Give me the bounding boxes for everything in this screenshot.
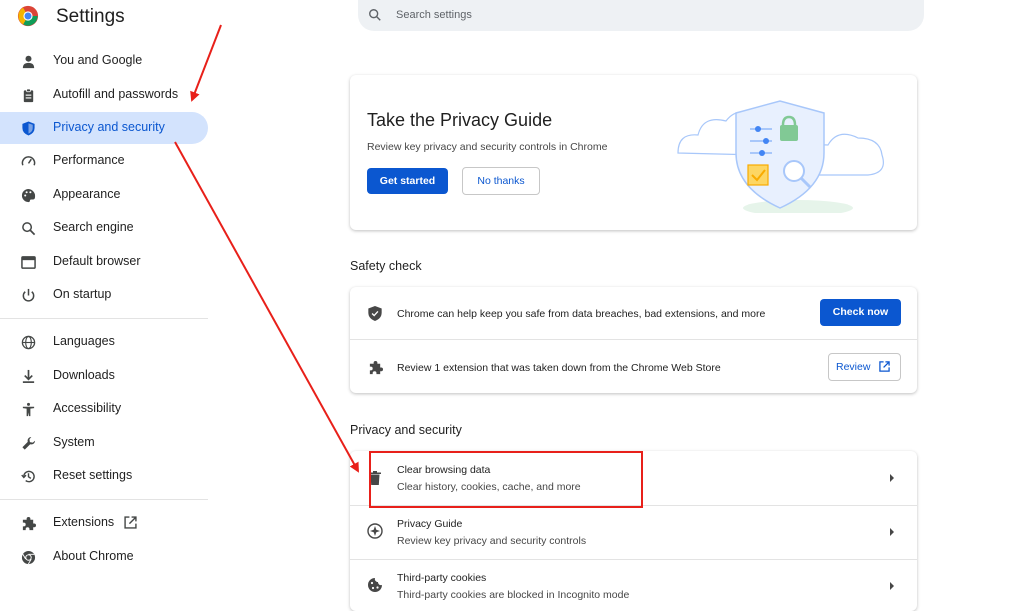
puzzle-icon <box>22 516 36 531</box>
sidebar-item-default-browser[interactable]: Default browser <box>0 246 208 278</box>
search-bar[interactable]: Search settings <box>358 0 924 31</box>
sidebar-item-label: About Chrome <box>53 549 134 563</box>
row-subtitle: Third-party cookies are blocked in Incog… <box>397 589 630 601</box>
sidebar-divider <box>0 499 208 500</box>
sidebar-item-on-startup[interactable]: On startup <box>0 279 208 311</box>
globe-icon <box>21 335 36 350</box>
wrench-icon <box>22 436 36 450</box>
shield-icon <box>22 121 35 136</box>
clipboard-icon <box>23 88 34 103</box>
open-in-new-icon <box>879 361 890 372</box>
sidebar-item-label: Privacy and security <box>53 120 165 134</box>
accessibility-icon <box>22 402 35 417</box>
page-title: Settings <box>56 6 125 27</box>
search-icon <box>369 9 381 21</box>
chevron-right-icon <box>890 474 894 482</box>
sidebar-item-system[interactable]: System <box>0 427 208 459</box>
sidebar-item-about-chrome[interactable]: About Chrome <box>0 541 208 573</box>
sidebar-item-reset-settings[interactable]: Reset settings <box>0 460 208 492</box>
sidebar-item-languages[interactable]: Languages <box>0 326 208 358</box>
sidebar-item-label: Appearance <box>53 187 121 201</box>
search-input[interactable]: Search settings <box>396 9 472 21</box>
browser-window-icon <box>21 256 36 269</box>
clear-browsing-data-row[interactable]: Clear browsing data Clear history, cooki… <box>350 451 917 505</box>
third-party-cookies-row[interactable]: Third-party cookies Third-party cookies … <box>350 560 917 611</box>
trash-icon <box>369 471 381 485</box>
extension-review-description: Review 1 extension that was taken down f… <box>397 362 721 374</box>
check-now-button[interactable]: Check now <box>820 299 901 326</box>
privacy-security-heading: Privacy and security <box>350 423 462 437</box>
chrome-icon <box>21 550 36 565</box>
sidebar-item-label: Downloads <box>53 368 115 382</box>
power-icon <box>22 288 35 302</box>
privacy-guide-card: Take the Privacy Guide Review key privac… <box>350 75 917 230</box>
row-title: Third-party cookies <box>397 572 487 584</box>
safety-check-heading: Safety check <box>350 259 422 273</box>
row-title: Privacy Guide <box>397 518 463 530</box>
compass-icon <box>367 523 383 539</box>
cookie-icon <box>368 578 382 592</box>
privacy-guide-subtitle: Review key privacy and security controls… <box>367 141 608 153</box>
review-button-label: Review <box>836 361 871 373</box>
sidebar-item-privacy-and-security[interactable]: Privacy and security <box>0 112 208 144</box>
sidebar-item-extensions[interactable]: Extensions <box>0 507 208 539</box>
sidebar-item-downloads[interactable]: Downloads <box>0 360 208 392</box>
safety-check-card: Chrome can help keep you safe from data … <box>350 287 917 393</box>
sidebar-item-search-engine[interactable]: Search engine <box>0 212 208 244</box>
safety-check-description: Chrome can help keep you safe from data … <box>397 308 766 320</box>
person-icon <box>22 55 35 69</box>
sidebar-item-label: Reset settings <box>53 468 133 482</box>
sidebar-item-performance[interactable]: Performance <box>0 145 208 177</box>
sidebar-item-appearance[interactable]: Appearance <box>0 179 208 211</box>
row-subtitle: Review key privacy and security controls <box>397 535 587 547</box>
sidebar-item-autofill-and-passwords[interactable]: Autofill and passwords <box>0 79 208 111</box>
sidebar-item-label: Search engine <box>53 220 134 234</box>
no-thanks-button[interactable]: No thanks <box>462 167 540 195</box>
history-icon <box>21 470 35 483</box>
row-subtitle: Clear history, cookies, cache, and more <box>397 481 581 493</box>
puzzle-icon <box>369 360 383 375</box>
row-title: Clear browsing data <box>397 464 491 476</box>
download-icon <box>22 369 35 383</box>
palette-icon <box>21 188 36 203</box>
sidebar-divider <box>0 318 208 319</box>
sidebar-item-label: Default browser <box>53 254 141 268</box>
sidebar-item-label: Autofill and passwords <box>53 87 179 101</box>
sidebar-item-accessibility[interactable]: Accessibility <box>0 393 208 425</box>
sidebar-item-label: Accessibility <box>53 401 122 415</box>
sidebar-item-label: You and Google <box>53 53 143 67</box>
sidebar-item-label: System <box>53 435 95 449</box>
privacy-security-card: Clear browsing data Clear history, cooki… <box>350 451 917 611</box>
privacy-guide-illustration <box>677 100 884 213</box>
shield-check-icon <box>368 306 382 321</box>
chevron-right-icon <box>890 528 894 536</box>
speedometer-icon <box>21 156 36 166</box>
row-separator <box>350 339 917 340</box>
sidebar-item-label: Extensions <box>53 515 115 529</box>
sidebar-item-label: Languages <box>53 334 115 348</box>
review-button[interactable]: Review <box>828 353 901 381</box>
privacy-guide-title: Take the Privacy Guide <box>367 110 553 130</box>
open-in-new-icon[interactable] <box>124 516 137 529</box>
sidebar-item-you-and-google[interactable]: You and Google <box>0 45 208 77</box>
chrome-logo-icon <box>17 5 39 27</box>
sidebar-item-label: Performance <box>53 153 125 167</box>
sidebar-item-label: On startup <box>53 287 112 301</box>
privacy-guide-row[interactable]: Privacy Guide Review key privacy and sec… <box>350 506 917 559</box>
chevron-right-icon <box>890 582 894 590</box>
get-started-button[interactable]: Get started <box>367 168 448 194</box>
search-icon <box>22 222 36 236</box>
